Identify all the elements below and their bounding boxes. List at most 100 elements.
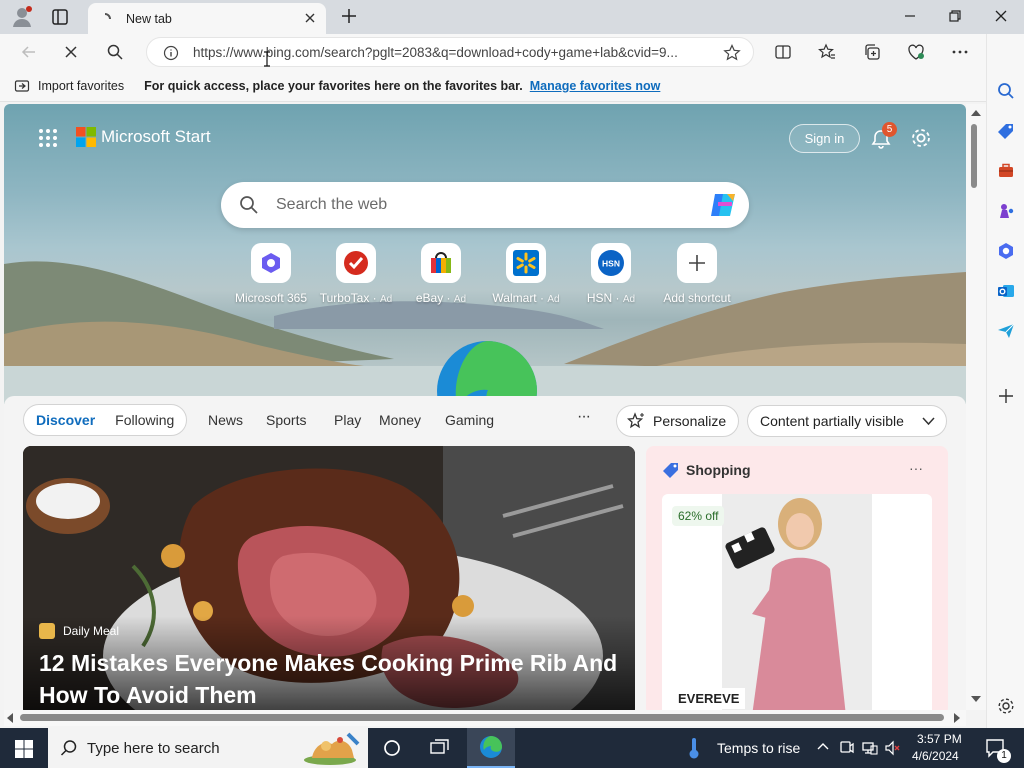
- add-sidebar-app-icon[interactable]: [993, 383, 1019, 409]
- tab-gaming[interactable]: Gaming: [445, 412, 494, 428]
- site-info-icon[interactable]: [163, 45, 179, 61]
- restore-button[interactable]: [933, 0, 977, 32]
- close-tab-icon[interactable]: [302, 10, 318, 26]
- loading-icon: [98, 12, 112, 26]
- brand-title[interactable]: Microsoft Start: [101, 127, 211, 147]
- shortcut-hsn[interactable]: HSN HSN · Ad: [566, 243, 656, 305]
- main-article-card[interactable]: Daily Meal 12 Mistakes Everyone Makes Co…: [23, 446, 635, 710]
- browser-window: New tab https://www.bing.com/search?pglt…: [0, 0, 1024, 768]
- address-bar[interactable]: https://www.bing.com/search?pglt=2083&q=…: [146, 37, 754, 67]
- collections-icon[interactable]: [857, 37, 887, 67]
- title-bar: New tab: [0, 0, 1024, 34]
- task-view-icon[interactable]: [430, 739, 450, 757]
- new-tab-page: Microsoft Start Sign in 5 Search the web…: [4, 104, 966, 710]
- product-image[interactable]: 62% off EVEREVE: [662, 494, 932, 710]
- weather-text[interactable]: Temps to rise: [717, 740, 800, 756]
- network-icon[interactable]: [862, 740, 878, 756]
- clock-time[interactable]: 3:57 PM: [917, 732, 962, 746]
- vertical-scrollbar[interactable]: [966, 104, 986, 710]
- favorite-star-icon[interactable]: [723, 44, 741, 62]
- walmart-spark-icon: [506, 243, 546, 283]
- split-screen-icon[interactable]: [768, 37, 798, 67]
- close-window-button[interactable]: [979, 0, 1023, 32]
- scroll-up-arrow-icon[interactable]: [971, 110, 981, 116]
- favorites-icon[interactable]: [812, 37, 842, 67]
- tab-discover[interactable]: Discover: [36, 412, 95, 428]
- taskbar-edge-button[interactable]: [467, 728, 515, 768]
- horizontal-scrollbar[interactable]: [4, 710, 966, 726]
- scroll-down-arrow-icon[interactable]: [971, 696, 981, 702]
- content-visibility-dropdown[interactable]: Content partially visible: [747, 405, 947, 437]
- new-tab-button[interactable]: [338, 5, 360, 27]
- edge-sidebar: [986, 34, 1024, 728]
- vertical-scroll-thumb[interactable]: [971, 124, 977, 188]
- tab-actions-icon[interactable]: [50, 7, 70, 27]
- minimize-button[interactable]: [888, 0, 932, 32]
- sidebar-settings-icon[interactable]: [993, 693, 1019, 719]
- clock-date[interactable]: 4/6/2024: [912, 749, 959, 763]
- tab-sports[interactable]: Sports: [266, 412, 306, 428]
- microsoft-365-icon[interactable]: [993, 238, 1019, 264]
- ebay-bag-icon: [421, 243, 461, 283]
- shortcut-turbotax[interactable]: TurboTax · Ad: [311, 243, 401, 305]
- search-icon[interactable]: [100, 37, 130, 67]
- action-center-badge: 1: [997, 749, 1011, 763]
- volume-muted-icon[interactable]: [885, 740, 901, 756]
- tab-play[interactable]: Play: [334, 412, 361, 428]
- favorites-bar: Import favorites For quick access, place…: [0, 70, 986, 102]
- more-tabs-button[interactable]: ···: [577, 408, 591, 426]
- show-hidden-icons-chevron-icon[interactable]: [817, 742, 829, 750]
- personalize-button[interactable]: Personalize: [616, 405, 739, 437]
- model-dress-image: [722, 494, 872, 710]
- tab-news[interactable]: News: [208, 412, 243, 428]
- tab-following[interactable]: Following: [115, 412, 174, 428]
- article-title[interactable]: 12 Mistakes Everyone Makes Cooking Prime…: [39, 647, 629, 710]
- copilot-search-icon[interactable]: [709, 191, 739, 219]
- shopping-tag-icon[interactable]: [993, 118, 1019, 144]
- horizontal-scroll-thumb[interactable]: [20, 714, 944, 721]
- tab-money[interactable]: Money: [379, 412, 421, 428]
- shopping-more-icon[interactable]: ···: [909, 460, 923, 476]
- manage-favorites-link[interactable]: Manage favorites now: [530, 79, 661, 93]
- scroll-left-arrow-icon[interactable]: [7, 713, 13, 723]
- weather-thermometer-icon[interactable]: [688, 737, 700, 759]
- web-search-box[interactable]: Search the web: [221, 182, 749, 228]
- shortcut-add[interactable]: Add shortcut: [652, 243, 742, 305]
- browser-essentials-icon[interactable]: [901, 37, 931, 67]
- import-favorites-button[interactable]: Import favorites: [38, 79, 124, 93]
- scroll-right-arrow-icon[interactable]: [954, 713, 960, 723]
- shortcut-walmart[interactable]: Walmart · Ad: [481, 243, 571, 305]
- back-button[interactable]: [14, 37, 44, 67]
- settings-more-icon[interactable]: [945, 37, 975, 67]
- hsn-icon: HSN: [591, 243, 631, 283]
- tab-new-tab[interactable]: New tab: [88, 3, 326, 34]
- microsoft-365-icon: [251, 243, 291, 283]
- page-settings-gear-icon[interactable]: [910, 127, 932, 149]
- tools-briefcase-icon[interactable]: [993, 158, 1019, 184]
- sidebar-search-icon[interactable]: [993, 78, 1019, 104]
- task-view-cortana-icon[interactable]: [383, 739, 401, 757]
- shopping-heading[interactable]: Shopping: [686, 462, 751, 478]
- taskbar-search-box[interactable]: Type here to search: [48, 728, 368, 768]
- personalize-sparkle-icon: [627, 412, 645, 430]
- shopping-card[interactable]: Shopping ··· 62% off EVEREVE: [646, 446, 948, 710]
- taskbar-search-icon: [60, 739, 78, 757]
- stop-loading-button[interactable]: [56, 37, 86, 67]
- shortcut-ebay[interactable]: eBay · Ad: [396, 243, 486, 305]
- send-drop-icon[interactable]: [993, 318, 1019, 344]
- text-cursor-icon: [263, 51, 271, 67]
- import-favorites-icon[interactable]: [14, 78, 30, 94]
- sign-in-button[interactable]: Sign in: [789, 124, 860, 153]
- shortcut-microsoft-365[interactable]: Microsoft 365: [226, 243, 316, 305]
- windows-start-icon[interactable]: [15, 740, 33, 758]
- tab-title: New tab: [126, 11, 172, 26]
- search-input[interactable]: Search the web: [276, 196, 387, 214]
- meet-now-icon[interactable]: [840, 740, 854, 756]
- games-chess-icon[interactable]: [993, 198, 1019, 224]
- outlook-icon[interactable]: [993, 278, 1019, 304]
- chevron-down-icon: [922, 416, 935, 426]
- profile-icon[interactable]: [10, 5, 34, 29]
- shortcut-label: eBay: [415, 291, 444, 305]
- edge-logo: [436, 340, 538, 404]
- apps-launcher-icon[interactable]: [38, 128, 58, 148]
